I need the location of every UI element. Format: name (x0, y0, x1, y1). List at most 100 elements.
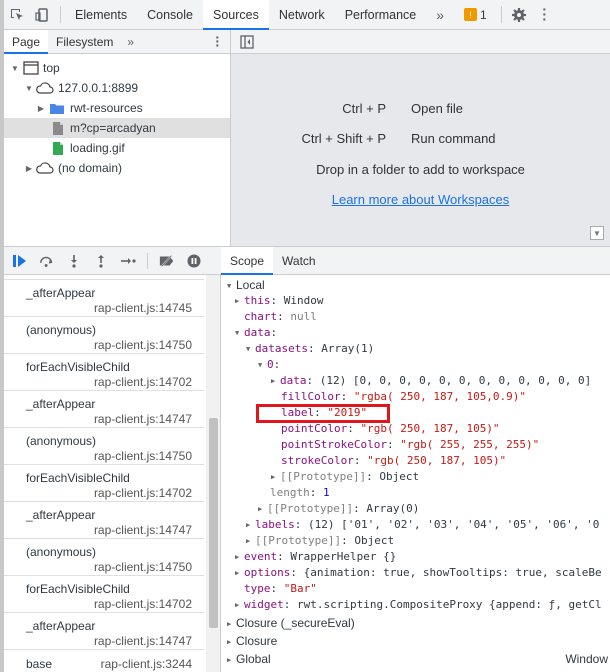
issues-count: 1 (480, 7, 487, 22)
call-stack-list: _afterAppear rap-client.js:14745 (anonym… (4, 275, 221, 672)
scope-tabs: Scope Watch (221, 247, 610, 275)
device-toolbar-icon[interactable] (30, 0, 56, 29)
scope-row-prototype-object[interactable]: ▶ [[Prototype]]: Object (271, 469, 610, 485)
tab-watch[interactable]: Watch (273, 247, 325, 274)
scope-row-options[interactable]: ▶ options: {animation: true, showTooltips… (235, 565, 610, 581)
navigator-more-button[interactable]: » (121, 30, 140, 53)
scope-row-prototype-array[interactable]: ▶ [[Prototype]]: Array(0) (258, 501, 610, 517)
scrollbar-thumb[interactable] (209, 418, 218, 628)
tree-item-folder[interactable]: ▶ rwt-resources (4, 98, 230, 118)
run-command-hint: Ctrl + Shift + P Run command (231, 131, 495, 146)
tree-item-host[interactable]: ▼ 127.0.0.1:8899 (4, 78, 230, 98)
tree-item-top[interactable]: ▼ top (4, 58, 230, 78)
scope-row-data[interactable]: ▼ data: (235, 325, 610, 341)
expand-down-icon: ▼ (227, 282, 232, 290)
expand-right-icon: ▶ (246, 521, 251, 529)
document-file-icon (53, 121, 63, 135)
frame-location: rap-client.js:14750 (93, 449, 192, 463)
scope-row-pointcolor: pointColor: "rgb( 250, 187, 105)" (281, 422, 500, 435)
frame-function: (anonymous) (26, 434, 97, 448)
expand-right-icon: ▶ (235, 553, 240, 561)
tab-elements[interactable]: Elements (65, 0, 137, 29)
step-into-icon[interactable] (66, 253, 82, 269)
call-frame[interactable]: forEachVisibleChild rap-client.js:14702 (4, 576, 204, 613)
tab-sources[interactable]: Sources (202, 0, 269, 30)
cloud-icon (36, 82, 54, 94)
inspect-element-icon[interactable] (4, 0, 30, 29)
frame-icon (23, 61, 39, 75)
pause-on-exceptions-icon[interactable] (186, 253, 202, 269)
editor-toolbar (231, 30, 610, 54)
step-over-icon[interactable] (39, 253, 55, 269)
tab-filesystem[interactable]: Filesystem (48, 30, 121, 53)
scope-row-index-0[interactable]: ▼ 0: (258, 357, 610, 373)
prop-value: 1 (323, 486, 330, 499)
frame-function: _afterAppear (26, 619, 96, 633)
tab-console[interactable]: Console (137, 0, 203, 29)
scope-row-this[interactable]: ▶ this: Window (235, 293, 610, 309)
scope-row-data-prototype[interactable]: ▶ [[Prototype]]: Object (246, 533, 610, 549)
scope-row-data-array[interactable]: ▶ data: (12) [0, 0, 0, 0, 0, 0, 0, 0, 0, … (271, 373, 610, 389)
call-stack-scrollbar[interactable] (206, 275, 220, 672)
prop-value: Window (283, 294, 324, 307)
frame-location: rap-client.js:14750 (93, 338, 192, 352)
toggle-debugger-icon[interactable]: ▼ (590, 226, 604, 240)
more-tabs-button[interactable]: » (426, 0, 454, 29)
call-frame[interactable]: _afterAppear rap-client.js:14745 (4, 280, 204, 317)
navigator-menu-icon[interactable]: · · · (215, 30, 220, 52)
call-frame[interactable]: forEachVisibleChild rap-client.js:14702 (4, 354, 204, 391)
call-frame[interactable]: _afterAppear rap-client.js:14747 (4, 502, 204, 539)
deactivate-breakpoints-icon[interactable] (159, 253, 175, 269)
toolbar-separator (500, 6, 502, 23)
scope-section-label: Global (236, 652, 271, 666)
tab-page[interactable]: Page (4, 30, 49, 54)
tab-scope[interactable]: Scope (221, 247, 274, 275)
call-frame[interactable]: (anonymous) rap-client.js:14750 (4, 317, 204, 354)
call-frame[interactable]: _afterAppear rap-client.js:14747 (4, 613, 204, 650)
step-out-icon[interactable] (93, 253, 109, 269)
call-frame[interactable]: (anonymous) rap-client.js:14750 (4, 428, 204, 465)
tab-network[interactable]: Network (269, 0, 335, 29)
resume-icon[interactable] (12, 253, 28, 269)
toggle-navigator-icon[interactable] (240, 35, 254, 49)
call-frame[interactable]: (anonymous) rap-client.js:14750 (4, 539, 204, 576)
shortcut-key: Ctrl + P (342, 101, 386, 116)
more-options-kebab-icon[interactable]: · · · (532, 0, 558, 29)
scope-row-event[interactable]: ▶ event: WrapperHelper {} (235, 549, 610, 565)
expand-down-icon: ▼ (11, 63, 19, 73)
scope-global[interactable]: ▶ Global Window (227, 651, 610, 667)
prop-value: Object (379, 470, 420, 483)
prop-value: Object (354, 534, 395, 547)
prop-key: pointColor (281, 422, 348, 435)
toolbar-separator (60, 6, 61, 23)
scope-row-widget[interactable]: ▶ widget: rwt.scripting.CompositeProxy {a… (235, 597, 610, 613)
scope-row-strokecolor: strokeColor: "rgb( 250, 187, 105)" (281, 454, 507, 467)
frame-function: _afterAppear (26, 508, 96, 522)
issues-counter[interactable]: ! 1 (464, 0, 487, 29)
tree-item-file-image[interactable]: loading.gif (4, 138, 230, 158)
frame-function: (anonymous) (26, 545, 97, 559)
scope-closure-secure-eval[interactable]: ▶ Closure (_secureEval) (227, 615, 610, 631)
scope-local-header[interactable]: ▼ Local (227, 277, 610, 293)
tab-performance[interactable]: Performance (335, 0, 427, 29)
tree-item-no-domain[interactable]: ▶ (no domain) (4, 158, 230, 178)
frame-location: rap-client.js:14747 (93, 523, 192, 537)
scope-row-datasets[interactable]: ▼ datasets: Array(1) (246, 341, 610, 357)
learn-workspaces-link[interactable]: Learn more about Workspaces (231, 192, 610, 207)
tree-label-no-domain: (no domain) (58, 161, 123, 175)
call-frame[interactable]: base rap-client.js:3244 (4, 650, 204, 672)
scope-row-labels[interactable]: ▶ labels: (12) ['01', '02', '03', '04', '… (246, 517, 610, 533)
prop-key: length (270, 486, 310, 499)
tree-item-file-document[interactable]: m?cp=arcadyan (4, 118, 230, 138)
tree-label-folder: rwt-resources (70, 101, 143, 115)
prop-key: widget (244, 598, 284, 611)
call-frame[interactable]: forEachVisibleChild rap-client.js:14702 (4, 465, 204, 502)
expand-right-icon: ▶ (271, 377, 276, 385)
prop-value: "Bar" (283, 582, 317, 595)
scope-row-fillcolor: fillColor: "rgba( 250, 187, 105,0.9)" (281, 390, 527, 403)
settings-gear-icon[interactable] (506, 0, 532, 29)
call-frame[interactable]: _afterAppear rap-client.js:14747 (4, 391, 204, 428)
scope-closure[interactable]: ▶ Closure (227, 633, 610, 649)
step-icon[interactable] (120, 253, 136, 269)
scope-section-label: Closure (_secureEval) (236, 616, 355, 630)
